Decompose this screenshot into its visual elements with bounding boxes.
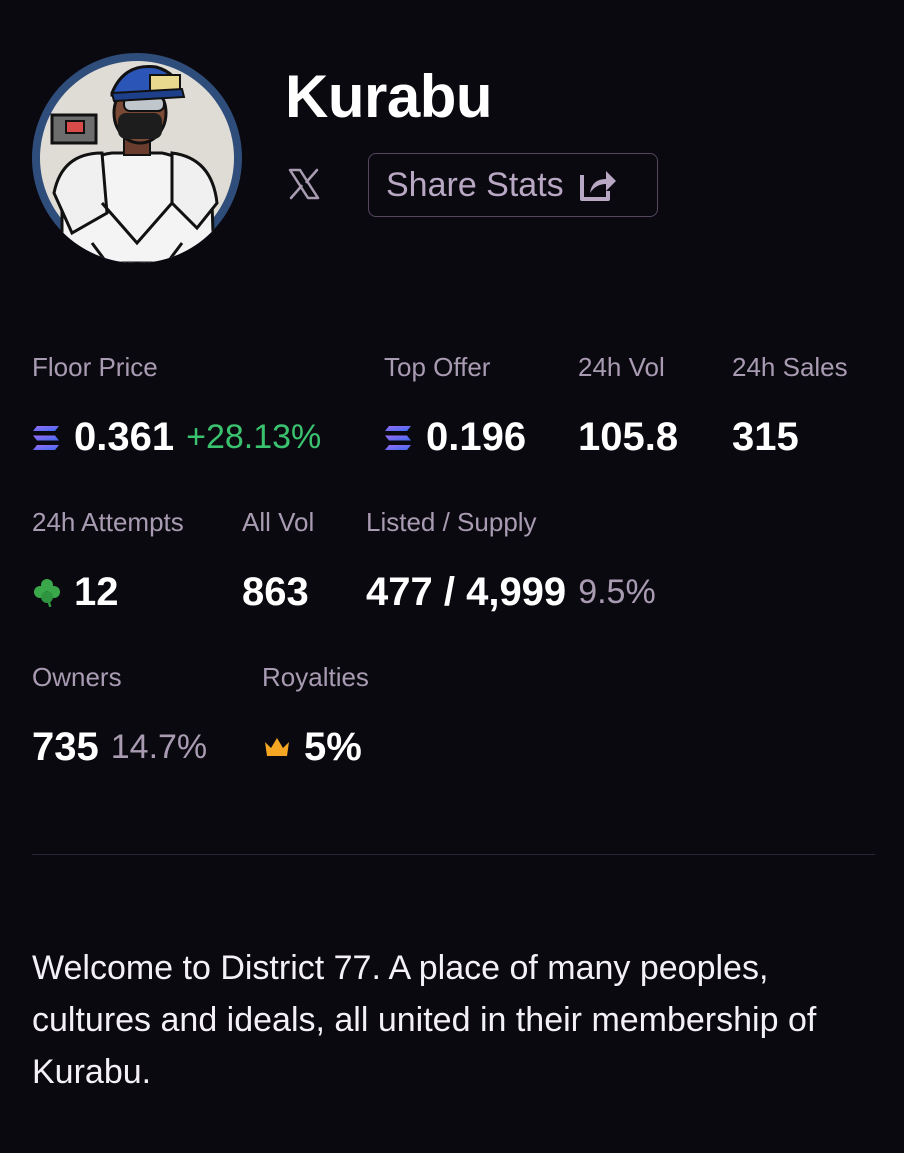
stat-24h-sales: 24h Sales 315 xyxy=(732,352,848,460)
stat-all-vol: All Vol 863 xyxy=(242,507,314,615)
stat-owners: Owners 735 14.7% xyxy=(32,662,207,770)
all-vol-label: All Vol xyxy=(242,507,315,537)
floor-price-label: Floor Price xyxy=(32,352,158,382)
avatar-image xyxy=(40,61,234,263)
share-icon xyxy=(579,171,616,201)
royalties-label: Royalties xyxy=(262,662,369,692)
solana-icon xyxy=(385,426,411,450)
sales-24h-value: 315 xyxy=(732,415,799,459)
floor-price-change: +28.13% xyxy=(186,418,322,456)
x-logo-icon[interactable] xyxy=(286,166,322,202)
stat-listed-supply: Listed / Supply 477 / 4,999 9.5% xyxy=(366,507,656,615)
stat-floor-price: Floor Price 0.361 +28.13% xyxy=(32,352,321,460)
vol-24h-value: 105.8 xyxy=(578,415,679,459)
owners-percent: 14.7% xyxy=(110,728,208,766)
collection-avatar xyxy=(32,53,242,263)
clover-icon xyxy=(34,579,60,607)
crown-icon xyxy=(265,738,289,756)
stat-royalties: Royalties 5% xyxy=(262,662,369,770)
floor-price-value: 0.361 xyxy=(74,415,175,459)
solana-icon xyxy=(33,426,59,450)
royalties-value: 5% xyxy=(304,725,362,769)
collection-title: Kurabu xyxy=(285,63,493,130)
share-stats-label: Share Stats xyxy=(386,166,564,204)
listed-supply-percent: 9.5% xyxy=(578,573,656,611)
owners-label: Owners xyxy=(32,662,122,692)
collection-description: Welcome to District 77. A place of many … xyxy=(32,949,817,1091)
listed-supply-value: 477 / 4,999 xyxy=(366,570,567,614)
collection-page: Kurabu Share Stats Floor Price 0.361 +28… xyxy=(0,0,904,1153)
attempts-24h-label: 24h Attempts xyxy=(32,507,184,537)
listed-supply-label: Listed / Supply xyxy=(366,507,537,537)
stat-top-offer: Top Offer 0.196 xyxy=(384,352,526,460)
section-divider xyxy=(32,854,875,855)
attempts-24h-value: 12 xyxy=(74,570,119,614)
stat-24h-attempts: 24h Attempts 12 xyxy=(32,507,184,615)
all-vol-value: 863 xyxy=(242,570,309,614)
top-offer-value: 0.196 xyxy=(426,415,527,459)
sales-24h-label: 24h Sales xyxy=(732,352,848,382)
top-offer-label: Top Offer xyxy=(384,352,491,382)
owners-value: 735 xyxy=(32,725,99,769)
stat-24h-vol: 24h Vol 105.8 xyxy=(578,352,678,460)
share-stats-button[interactable]: Share Stats xyxy=(368,153,658,217)
vol-24h-label: 24h Vol xyxy=(578,352,665,382)
